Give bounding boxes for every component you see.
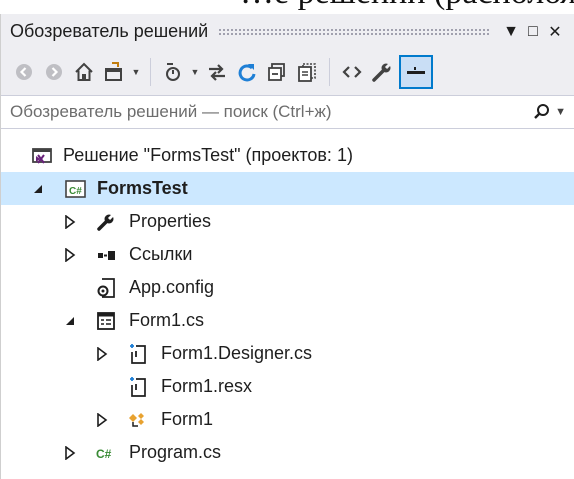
collapsed-arrow-icon[interactable]: [63, 445, 77, 460]
solution-explorer-panel: Обозреватель решений ▼ □ ✕ ▼ ▼ Обозреват…: [0, 14, 574, 479]
form-icon: [95, 310, 117, 332]
tree-item-references[interactable]: Ссылки: [1, 238, 574, 271]
search-bar[interactable]: Обозреватель решений — поиск (Ctrl+ж) ▼: [1, 95, 574, 129]
tree-item-label: Form1.resx: [161, 376, 253, 396]
solution-icon: [31, 145, 53, 167]
search-input[interactable]: Обозреватель решений — поиск (Ctrl+ж): [10, 102, 533, 122]
tree-item-label: App.config: [129, 277, 215, 297]
solution-tree: Решение "FormsTest" (проектов: 1) C# For…: [1, 129, 574, 469]
tree-item-form1-resx[interactable]: Form1.resx: [1, 370, 574, 403]
properties-icon[interactable]: [369, 57, 395, 87]
tree-item-label: Form1: [161, 409, 214, 429]
home-icon[interactable]: [71, 57, 97, 87]
search-icon[interactable]: ▼: [533, 103, 566, 121]
close-icon[interactable]: ✕: [544, 20, 566, 44]
switch-views-icon[interactable]: [101, 57, 127, 87]
collapsed-arrow-icon[interactable]: [63, 214, 77, 229]
forward-icon[interactable]: [41, 57, 67, 87]
collapsed-arrow-icon[interactable]: [95, 412, 109, 427]
csharp-project-icon: C#: [65, 178, 87, 200]
expanded-arrow-icon[interactable]: [63, 314, 77, 328]
tree-item-label: Решение "FormsTest" (проектов: 1): [63, 145, 353, 165]
collapse-all-icon[interactable]: [264, 57, 290, 87]
back-icon[interactable]: [11, 57, 37, 87]
references-icon: [95, 244, 117, 266]
panel-titlebar[interactable]: Обозреватель решений ▼ □ ✕: [1, 14, 574, 49]
collapsed-arrow-icon[interactable]: [63, 247, 77, 262]
wrench-icon: [95, 211, 117, 233]
config-file-icon: [95, 277, 117, 299]
toolbar: ▼ ▼: [1, 49, 574, 95]
tree-item-project[interactable]: C# FormsTest: [1, 172, 574, 205]
expanded-arrow-icon[interactable]: [31, 182, 45, 196]
tree-item-solution[interactable]: Решение "FormsTest" (проектов: 1): [1, 139, 574, 172]
cs-file-icon: [127, 376, 149, 398]
tree-item-label: FormsTest: [97, 178, 188, 198]
tree-item-label: Program.cs: [129, 442, 222, 462]
show-all-files-icon[interactable]: [294, 57, 320, 87]
drag-grip[interactable]: [218, 28, 490, 35]
cs-file-icon: [127, 343, 149, 365]
tree-item-label: Ссылки: [129, 244, 193, 264]
tree-item-form1-class[interactable]: Form1: [1, 403, 574, 436]
class-icon: [127, 409, 149, 431]
tree-item-properties[interactable]: Properties: [1, 205, 574, 238]
svg-text:C#: C#: [69, 186, 82, 197]
sync-icon[interactable]: [204, 57, 230, 87]
tree-item-program-cs[interactable]: C# Program.cs: [1, 436, 574, 469]
pending-changes-dropdown-icon[interactable]: ▼: [190, 57, 200, 87]
refresh-icon[interactable]: [234, 57, 260, 87]
search-options-dropdown-icon[interactable]: ▼: [555, 106, 566, 118]
toolbar-separator: [150, 58, 151, 86]
view-code-icon[interactable]: [339, 57, 365, 87]
tree-item-form1-designer[interactable]: Form1.Designer.cs: [1, 337, 574, 370]
panel-title: Обозреватель решений: [10, 21, 209, 41]
tree-item-app-config[interactable]: App.config: [1, 271, 574, 304]
csharp-file-icon: C#: [95, 442, 117, 464]
pending-changes-icon[interactable]: [160, 57, 186, 87]
tree-item-label: Form1.cs: [129, 310, 205, 330]
preview-icon[interactable]: [399, 55, 433, 89]
tree-item-label: Form1.Designer.cs: [161, 343, 313, 363]
toolbar-separator: [329, 58, 330, 86]
collapsed-arrow-icon[interactable]: [95, 346, 109, 361]
window-position-dropdown-icon[interactable]: ▼: [500, 20, 522, 44]
svg-text:C#: C#: [96, 447, 112, 461]
tree-item-label: Properties: [129, 211, 212, 231]
maximize-icon[interactable]: □: [522, 20, 544, 44]
tree-item-form1-cs[interactable]: Form1.cs: [1, 304, 574, 337]
switch-views-dropdown-icon[interactable]: ▼: [131, 57, 141, 87]
